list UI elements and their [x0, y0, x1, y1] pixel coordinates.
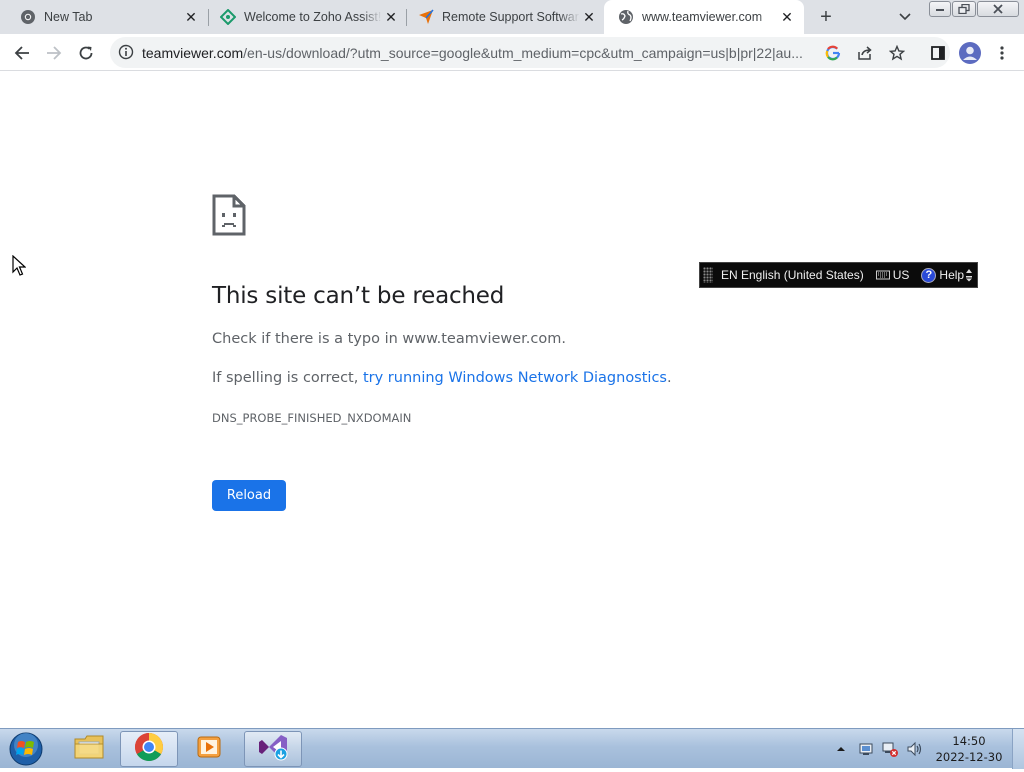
error-title: This site can’t be reached	[212, 283, 505, 309]
url-text: teamviewer.com/en-us/download/?utm_sourc…	[142, 45, 817, 61]
url-host: teamviewer.com	[142, 45, 244, 61]
keyboard-icon	[875, 270, 890, 280]
side-panel-icon[interactable]	[924, 39, 952, 67]
back-arrow-icon[interactable]	[8, 39, 36, 67]
hint-prefix: If spelling is correct,	[212, 370, 363, 386]
taskbar-google-chrome[interactable]	[120, 731, 178, 767]
show-desktop-button[interactable]	[1012, 729, 1024, 769]
start-button[interactable]	[6, 731, 46, 767]
action-center-icon[interactable]	[858, 741, 874, 757]
bookmark-star-icon[interactable]	[887, 43, 907, 63]
sad-page-icon	[211, 193, 247, 242]
drag-grip-icon[interactable]	[703, 267, 713, 283]
close-tab-icon[interactable]: ✕	[182, 8, 200, 26]
show-hidden-icons-icon[interactable]	[836, 745, 848, 753]
taskbar-media-player[interactable]	[180, 731, 238, 767]
language-bar-options-icon[interactable]	[965, 267, 973, 283]
close-tab-icon[interactable]: ✕	[778, 8, 796, 26]
tab-title: Remote Support Software	[442, 10, 580, 24]
media-player-icon	[195, 733, 223, 766]
help-label: Help	[939, 268, 965, 282]
taskbar-clock[interactable]: 14:50 2022-12-30	[932, 733, 1006, 765]
tab-title: Welcome to Zoho Assist!	[244, 10, 382, 24]
tab-zoho-assist[interactable]: Welcome to Zoho Assist! ✕	[200, 0, 408, 34]
google-lens-icon[interactable]	[823, 43, 843, 63]
address-bar[interactable]: teamviewer.com/en-us/download/?utm_sourc…	[110, 37, 950, 68]
site-info-icon[interactable]	[118, 44, 134, 60]
tab-title: New Tab	[44, 10, 93, 24]
keyboard-layout-label: US	[892, 268, 910, 282]
input-language-button[interactable]: EN English (United States)	[721, 268, 864, 282]
restore-window-button[interactable]	[952, 1, 976, 17]
tab-strip: New Tab ✕ Welcome to Zoho Assist! ✕ Remo…	[0, 0, 1024, 34]
help-icon: ?	[921, 267, 937, 283]
mouse-pointer-icon	[12, 254, 27, 282]
reload-icon[interactable]	[72, 39, 100, 67]
taskbar-visual-studio-installer[interactable]	[244, 731, 302, 767]
error-diagnostics-hint: If spelling is correct, try running Wind…	[212, 370, 672, 386]
chrome-icon	[134, 732, 164, 767]
tab-title: www.teamviewer.com	[642, 10, 763, 24]
network-disconnected-icon[interactable]	[882, 741, 898, 757]
clock-date: 2022-12-30	[935, 750, 1003, 764]
close-window-button[interactable]	[977, 1, 1019, 17]
reload-button[interactable]: Reload	[212, 480, 286, 511]
network-diagnostics-link[interactable]: try running Windows Network Diagnostics	[363, 370, 667, 386]
hint-suffix: .	[666, 370, 672, 386]
folder-icon	[73, 733, 105, 766]
visual-studio-installer-icon	[257, 732, 289, 767]
remote-support-icon	[418, 9, 434, 25]
keyboard-layout-button[interactable]: US	[875, 268, 910, 282]
taskbar-windows-explorer[interactable]	[60, 731, 118, 767]
url-path: /en-us/download/?utm_source=google&utm_m…	[243, 45, 803, 61]
tab-search-chevron-icon[interactable]	[894, 6, 916, 28]
system-tray	[836, 729, 924, 769]
more-menu-icon[interactable]	[988, 39, 1016, 67]
error-typo-hint: Check if there is a typo in www.teamview…	[212, 331, 566, 347]
tab-new-tab[interactable]: New Tab ✕	[0, 0, 208, 34]
language-bar: EN English (United States) US ? Help	[699, 262, 978, 288]
clock-time: 14:50	[952, 734, 986, 748]
volume-icon[interactable]	[906, 741, 924, 757]
language-bar-help-button[interactable]: ? Help	[921, 267, 965, 283]
close-tab-icon[interactable]: ✕	[580, 8, 598, 26]
chrome-icon	[20, 9, 36, 25]
minimize-window-button[interactable]	[929, 1, 951, 17]
new-tab-button[interactable]: +	[814, 5, 838, 29]
profile-avatar-icon[interactable]	[956, 39, 984, 67]
globe-icon	[618, 9, 634, 25]
forward-arrow-icon[interactable]	[40, 39, 68, 67]
zoho-assist-icon	[220, 9, 236, 25]
error-code: DNS_PROBE_FINISHED_NXDOMAIN	[212, 411, 412, 425]
tab-remote-support[interactable]: Remote Support Software ✕	[398, 0, 606, 34]
browser-toolbar: teamviewer.com/en-us/download/?utm_sourc…	[0, 34, 1024, 71]
windows-taskbar: 14:50 2022-12-30	[0, 728, 1024, 769]
tab-teamviewer[interactable]: www.teamviewer.com ✕	[604, 0, 804, 34]
share-icon[interactable]	[855, 43, 875, 63]
